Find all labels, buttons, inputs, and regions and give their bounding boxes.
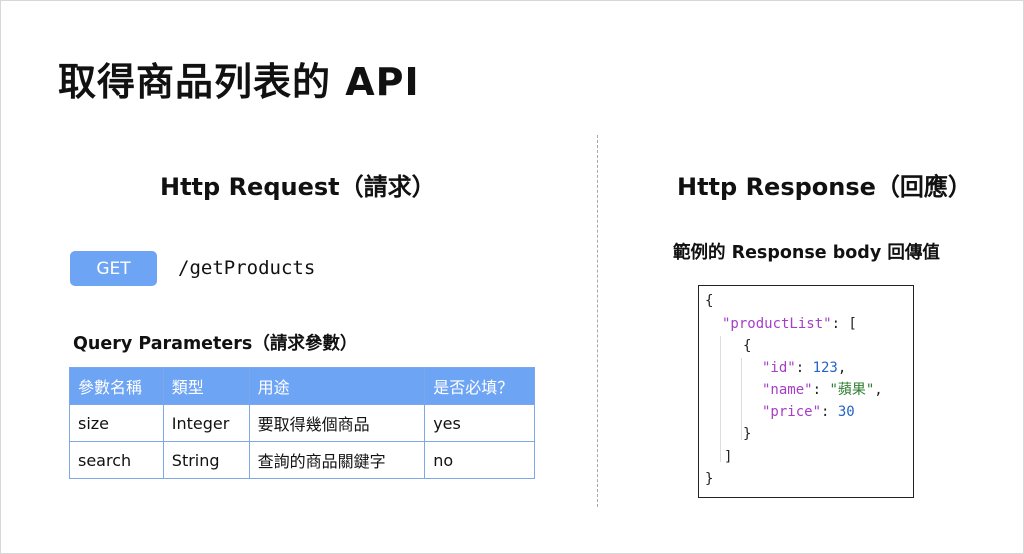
code-line: "name": "蘋果", bbox=[762, 380, 883, 400]
param-name-cell: size bbox=[69, 404, 164, 442]
code-line: "id": 123, bbox=[762, 358, 846, 378]
param-required-cell: yes bbox=[424, 404, 535, 442]
param-required-cell: no bbox=[424, 441, 535, 479]
json-brace: { bbox=[705, 293, 714, 309]
code-line: { bbox=[705, 291, 713, 311]
code-line: } bbox=[705, 469, 713, 489]
json-punct: : [ bbox=[831, 316, 857, 332]
json-bracket: ] bbox=[724, 449, 733, 465]
table-header-row: 參數名稱 類型 用途 是否必填？ bbox=[69, 367, 535, 405]
json-key: "price" bbox=[762, 404, 822, 420]
slide: 取得商品列表的 API Http Request（請求） GET /getPro… bbox=[0, 0, 1024, 554]
http-method-badge: GET bbox=[70, 251, 157, 286]
query-params-heading: Query Parameters（請求參數） bbox=[73, 334, 358, 354]
json-punct: : bbox=[821, 404, 838, 420]
param-purpose-cell: 要取得幾個商品 bbox=[248, 404, 426, 442]
indent-guide bbox=[741, 358, 742, 440]
response-json-code-block: { "productList": [ { "id": 123, "name": … bbox=[698, 285, 914, 498]
json-punct: , bbox=[874, 382, 883, 398]
response-heading: Http Response（回應） bbox=[677, 173, 972, 201]
json-number: 123 bbox=[812, 360, 838, 376]
param-name-cell: search bbox=[69, 441, 164, 479]
column-header: 類型 bbox=[162, 367, 250, 405]
json-punct: , bbox=[837, 360, 847, 376]
json-number: 30 bbox=[837, 404, 855, 420]
param-type-cell: Integer bbox=[162, 404, 250, 442]
code-line: "price": 30 bbox=[762, 402, 855, 422]
json-brace: { bbox=[743, 338, 752, 354]
json-key: "name" bbox=[762, 382, 813, 398]
column-header: 是否必填？ bbox=[424, 367, 535, 405]
section-divider bbox=[597, 135, 598, 507]
column-header: 用途 bbox=[248, 367, 426, 405]
json-key: "productList" bbox=[722, 316, 832, 332]
query-params-table: 參數名稱 類型 用途 是否必填？ size Integer 要取得幾個商品 ye… bbox=[69, 367, 535, 479]
json-punct: : bbox=[812, 382, 830, 398]
param-purpose-cell: 查詢的商品關鍵字 bbox=[248, 441, 426, 479]
code-line: "productList": [ bbox=[722, 314, 857, 334]
json-brace: } bbox=[743, 426, 752, 442]
code-line: } bbox=[743, 424, 751, 444]
json-brace: } bbox=[705, 471, 714, 487]
response-body-heading: 範例的 Response body 回傳值 bbox=[673, 243, 940, 263]
code-line: { bbox=[743, 336, 751, 356]
param-type-cell: String bbox=[162, 441, 250, 479]
code-line: ] bbox=[724, 447, 732, 467]
request-heading: Http Request（請求） bbox=[160, 173, 436, 201]
json-punct: : bbox=[795, 360, 813, 376]
indent-guide bbox=[720, 336, 721, 462]
json-key: "id" bbox=[762, 360, 796, 376]
endpoint-path: /getProducts bbox=[178, 257, 316, 279]
column-header: 參數名稱 bbox=[69, 367, 164, 405]
table-row: size Integer 要取得幾個商品 yes bbox=[69, 404, 535, 442]
json-string: "蘋果" bbox=[829, 382, 875, 398]
page-title: 取得商品列表的 API bbox=[58, 60, 420, 104]
table-row: search String 查詢的商品關鍵字 no bbox=[69, 441, 535, 479]
